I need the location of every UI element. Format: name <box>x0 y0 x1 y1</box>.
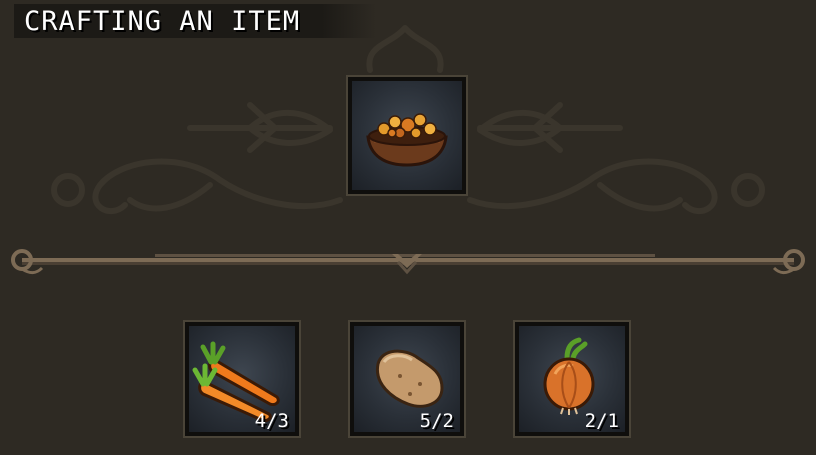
ingredient-slot-carrot[interactable]: 4/3 <box>183 320 301 438</box>
page-title: CRAFTING AN ITEM <box>24 6 301 37</box>
ingredient-slot-onion[interactable]: 2/1 <box>513 320 631 438</box>
stew-bowl-icon <box>366 113 448 167</box>
ingredient-slot-potato[interactable]: 5/2 <box>348 320 466 438</box>
ingredient-count: 4/3 <box>254 410 289 432</box>
ingredient-count: 5/2 <box>419 410 454 432</box>
divider-ornament <box>11 249 805 275</box>
ingredient-count: 2/1 <box>584 410 619 432</box>
result-slot[interactable] <box>346 75 468 196</box>
